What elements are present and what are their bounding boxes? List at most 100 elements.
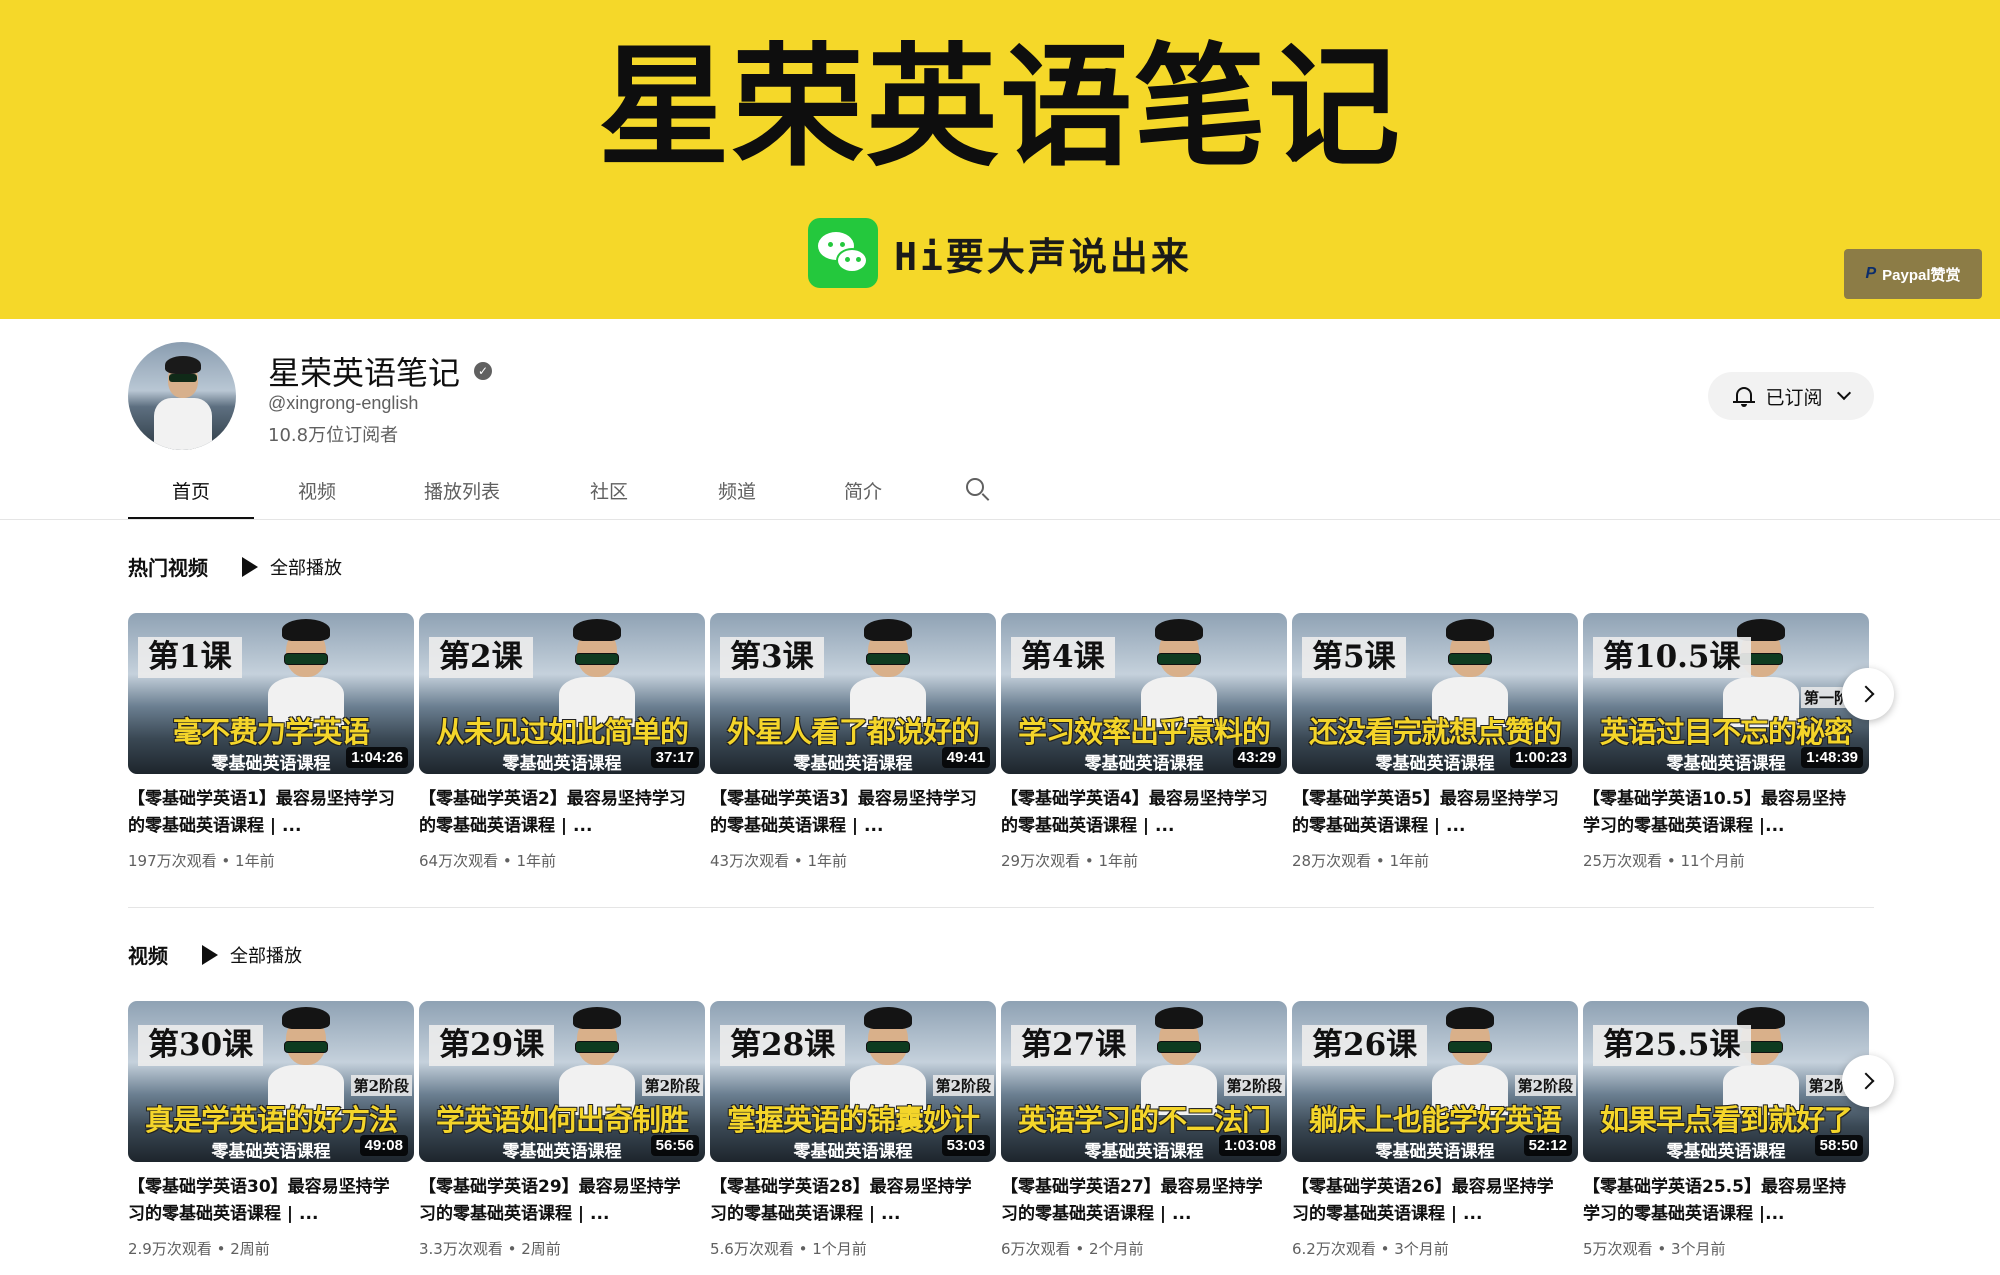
subscribed-label: 已订阅 xyxy=(1765,386,1823,409)
video-meta: 6万次观看 • 2个月前 xyxy=(1001,1238,1287,1259)
video-duration: 58:50 xyxy=(1814,1135,1863,1156)
video-title[interactable]: 【零基础学英语28】最容易坚持学习的零基础英语课程 | ... xyxy=(710,1174,980,1228)
tab-videos[interactable]: 视频 xyxy=(254,460,380,520)
popular-video-row: 第1课 毫不费力学英语 零基础英语课程 1:04:26 【零基础学英语1】最容易坚持学习… xyxy=(128,613,1874,913)
video-title[interactable]: 【零基础学英语10.5】最容易坚持学习的零基础英语课程 |... xyxy=(1583,786,1853,840)
video-views: 43万次观看 xyxy=(710,852,790,870)
video-card[interactable]: 第1课 毫不费力学英语 零基础英语课程 1:04:26 【零基础学英语1】最容易坚持学习… xyxy=(128,613,414,871)
thumbnail-tagline: 英语过目不忘的秘密 xyxy=(1599,715,1853,749)
videos-next-button[interactable] xyxy=(1842,1055,1894,1107)
search-icon[interactable] xyxy=(946,460,1006,520)
tab-community[interactable]: 社区 xyxy=(544,460,674,520)
video-age: 1年前 xyxy=(235,852,275,870)
bell-icon xyxy=(1733,385,1756,407)
videos-play-all-label: 全部播放 xyxy=(230,945,302,967)
video-title[interactable]: 【零基础学英语4】最容易坚持学习的零基础英语课程 | ... xyxy=(1001,786,1271,840)
video-title[interactable]: 【零基础学英语25.5】最容易坚持学习的零基础英语课程 |... xyxy=(1583,1174,1853,1228)
video-thumbnail[interactable]: 第1课 毫不费力学英语 零基础英语课程 1:04:26 xyxy=(128,613,414,774)
tab-channels[interactable]: 频道 xyxy=(674,460,800,520)
verified-check-icon: ✓ xyxy=(474,362,493,380)
video-card[interactable]: 第3课 外星人看了都说好的 零基础英语课程 49:41 【零基础学英语3】最容易坚持学习… xyxy=(710,613,996,871)
video-title[interactable]: 【零基础学英语27】最容易坚持学习的零基础英语课程 | ... xyxy=(1001,1174,1271,1228)
thumbnail-lesson: 第26课 xyxy=(1302,1025,1428,1067)
video-duration: 49:08 xyxy=(359,1135,408,1156)
popular-next-button[interactable] xyxy=(1842,668,1894,720)
popular-play-all-button[interactable]: 全部播放 xyxy=(242,554,342,580)
thumbnail-stage: 第2阶段 xyxy=(1514,1075,1576,1096)
video-thumbnail[interactable]: 第26课 第2阶段 躺床上也能学好英语 零基础英语课程 52:12 xyxy=(1292,1001,1578,1162)
tabs-divider xyxy=(0,519,2000,520)
video-card[interactable]: 第27课 第2阶段 英语学习的不二法门 零基础英语课程 1:03:08 【零基础学英语27… xyxy=(1001,1001,1287,1259)
video-card[interactable]: 第29课 第2阶段 学英语如何出奇制胜 零基础英语课程 56:56 【零基础学英语29】最… xyxy=(419,1001,705,1259)
video-views: 25万次观看 xyxy=(1583,852,1663,870)
video-card[interactable]: 第4课 学习效率出乎意料的 零基础英语课程 43:29 【零基础学英语4】最容易坚持学习… xyxy=(1001,613,1287,871)
video-duration: 1:00:23 xyxy=(1510,747,1572,768)
video-meta: 25万次观看 • 11个月前 xyxy=(1583,850,1869,871)
video-title[interactable]: 【零基础学英语30】最容易坚持学习的零基础英语课程 | ... xyxy=(128,1174,398,1228)
video-thumbnail[interactable]: 第28课 第2阶段 掌握英语的锦囊妙计 零基础英语课程 53:03 xyxy=(710,1001,996,1162)
video-thumbnail[interactable]: 第27课 第2阶段 英语学习的不二法门 零基础英语课程 1:03:08 xyxy=(1001,1001,1287,1162)
thumbnail-presenter xyxy=(1432,619,1508,727)
thumbnail-presenter xyxy=(1432,1007,1508,1115)
video-views: 5万次观看 xyxy=(1583,1240,1653,1258)
video-age: 2周前 xyxy=(521,1240,561,1258)
tab-playlists[interactable]: 播放列表 xyxy=(380,460,544,520)
video-meta: 5.6万次观看 • 1个月前 xyxy=(710,1238,996,1259)
thumbnail-tagline: 掌握英语的锦囊妙计 xyxy=(726,1103,980,1137)
video-card[interactable]: 第2课 从未见过如此简单的 零基础英语课程 37:17 【零基础学英语2】最容易坚持学习… xyxy=(419,613,705,871)
video-thumbnail[interactable]: 第2课 从未见过如此简单的 零基础英语课程 37:17 xyxy=(419,613,705,774)
video-age: 3个月前 xyxy=(1394,1240,1449,1258)
video-card[interactable]: 第10.5课 第一阶段 英语过目不忘的秘密 零基础英语课程 1:48:39 【零基础学英语… xyxy=(1583,613,1869,871)
video-thumbnail[interactable]: 第29课 第2阶段 学英语如何出奇制胜 零基础英语课程 56:56 xyxy=(419,1001,705,1162)
video-title[interactable]: 【零基础学英语3】最容易坚持学习的零基础英语课程 | ... xyxy=(710,786,980,840)
thumbnail-presenter xyxy=(1141,619,1217,727)
video-meta: 197万次观看 • 1年前 xyxy=(128,850,414,871)
video-card[interactable]: 第25.5课 第2阶段 如果早点看到就好了 零基础英语课程 58:50 【零基础学英语25… xyxy=(1583,1001,1869,1259)
video-title[interactable]: 【零基础学英语1】最容易坚持学习的零基础英语课程 | ... xyxy=(128,786,398,840)
video-age: 1年前 xyxy=(1389,852,1430,870)
paypal-donate-button[interactable]: P Paypal赞赏 xyxy=(1844,249,1982,299)
video-age: 3个月前 xyxy=(1670,1240,1726,1258)
video-card[interactable]: 第28课 第2阶段 掌握英语的锦囊妙计 零基础英语课程 53:03 【零基础学英语28】最… xyxy=(710,1001,996,1259)
play-icon xyxy=(242,556,258,577)
videos-play-all-button[interactable]: 全部播放 xyxy=(202,942,302,968)
tab-home[interactable]: 首页 xyxy=(128,460,254,520)
video-card[interactable]: 第5课 还没看完就想点赞的 零基础英语课程 1:00:23 【零基础学英语5】最容易坚持… xyxy=(1292,613,1578,871)
video-views: 197万次观看 xyxy=(128,852,217,870)
video-views: 29万次观看 xyxy=(1001,852,1081,870)
subscribed-button[interactable]: 已订阅 xyxy=(1708,372,1874,420)
meta-separator: • xyxy=(1652,1240,1671,1258)
thumbnail-lesson: 第27课 xyxy=(1011,1025,1137,1067)
thumbnail-lesson: 第1课 xyxy=(138,637,242,679)
paypal-label: Paypal赞赏 xyxy=(1882,266,1961,284)
thumbnail-presenter xyxy=(268,1007,344,1115)
video-title[interactable]: 【零基础学英语5】最容易坚持学习的零基础英语课程 | ... xyxy=(1292,786,1562,840)
thumbnail-tagline: 真是学英语的好方法 xyxy=(144,1103,398,1137)
channel-banner: 星荣英语笔记 Hi要大声说出来 P Paypal赞赏 xyxy=(0,0,2000,319)
video-thumbnail[interactable]: 第30课 第2阶段 真是学英语的好方法 零基础英语课程 49:08 xyxy=(128,1001,414,1162)
video-title[interactable]: 【零基础学英语2】最容易坚持学习的零基础英语课程 | ... xyxy=(419,786,689,840)
channel-name: 星荣英语笔记 ✓ xyxy=(268,348,493,394)
thumbnail-tagline: 英语学习的不二法门 xyxy=(1017,1103,1271,1137)
thumbnail-lesson: 第30课 xyxy=(138,1025,264,1067)
thumbnail-lesson: 第28课 xyxy=(720,1025,846,1067)
video-duration: 43:29 xyxy=(1232,747,1281,768)
tab-about[interactable]: 简介 xyxy=(800,460,926,520)
thumbnail-lesson: 第25.5课 xyxy=(1593,1025,1751,1067)
video-age: 11个月前 xyxy=(1680,852,1745,870)
video-thumbnail[interactable]: 第25.5课 第2阶段 如果早点看到就好了 零基础英语课程 58:50 xyxy=(1583,1001,1869,1162)
section-divider xyxy=(128,907,1874,908)
video-views: 5.6万次观看 xyxy=(710,1240,794,1258)
video-thumbnail[interactable]: 第3课 外星人看了都说好的 零基础英语课程 49:41 xyxy=(710,613,996,774)
video-card[interactable]: 第30课 第2阶段 真是学英语的好方法 零基础英语课程 49:08 【零基础学英语30】最… xyxy=(128,1001,414,1259)
video-thumbnail[interactable]: 第10.5课 第一阶段 英语过目不忘的秘密 零基础英语课程 1:48:39 xyxy=(1583,613,1869,774)
videos-video-row: 第30课 第2阶段 真是学英语的好方法 零基础英语课程 49:08 【零基础学英语30】最… xyxy=(128,1001,1874,1275)
video-thumbnail[interactable]: 第4课 学习效率出乎意料的 零基础英语课程 43:29 xyxy=(1001,613,1287,774)
channel-avatar[interactable] xyxy=(128,342,236,450)
thumbnail-tagline: 躺床上也能学好英语 xyxy=(1308,1103,1562,1137)
video-title[interactable]: 【零基础学英语29】最容易坚持学习的零基础英语课程 | ... xyxy=(419,1174,689,1228)
video-thumbnail[interactable]: 第5课 还没看完就想点赞的 零基础英语课程 1:00:23 xyxy=(1292,613,1578,774)
video-card[interactable]: 第26课 第2阶段 躺床上也能学好英语 零基础英语课程 52:12 【零基础学英语26】最… xyxy=(1292,1001,1578,1259)
video-title[interactable]: 【零基础学英语26】最容易坚持学习的零基础英语课程 | ... xyxy=(1292,1174,1562,1228)
video-duration: 1:48:39 xyxy=(1801,747,1863,768)
